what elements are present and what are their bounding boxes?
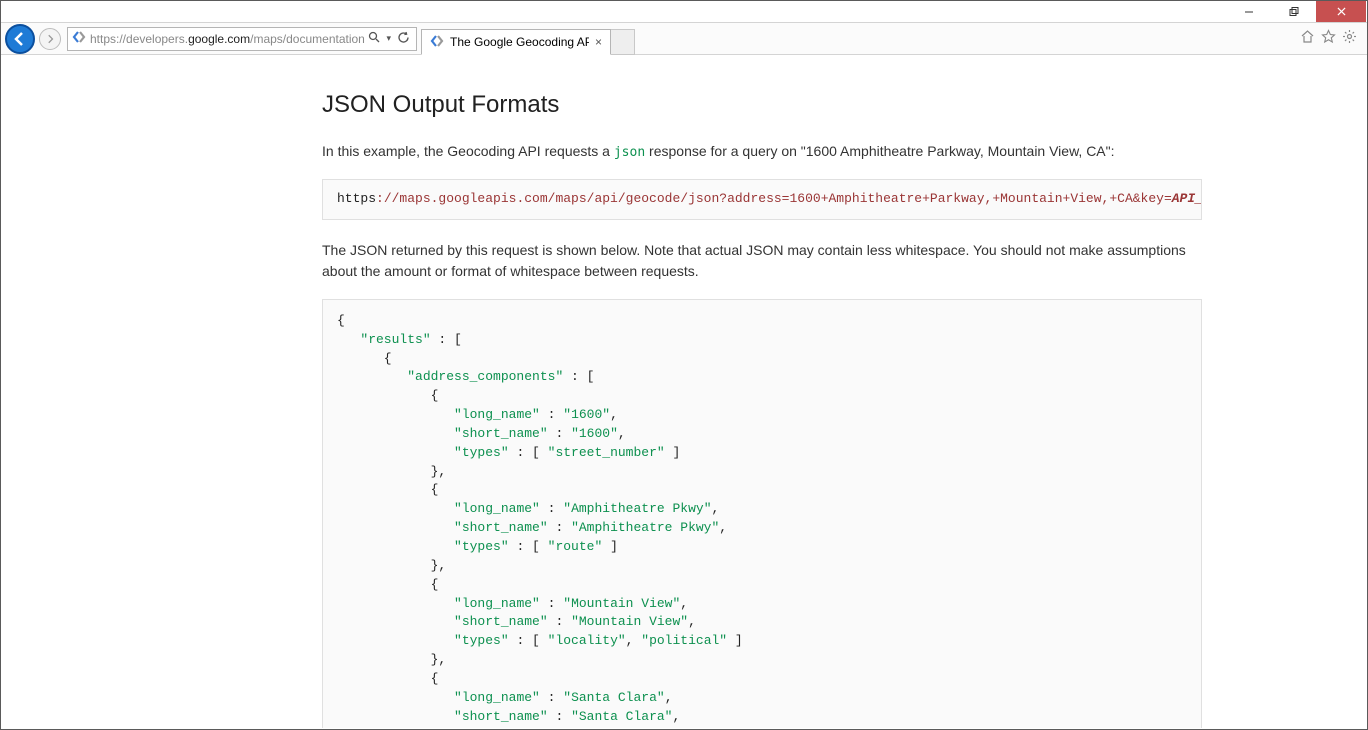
refresh-icon[interactable] xyxy=(397,31,410,47)
note-paragraph: The JSON returned by this request is sho… xyxy=(322,240,1202,283)
address-tools: ▾ xyxy=(366,31,412,47)
browser-toolbar: https://developers.google.com/maps/docum… xyxy=(1,23,1367,55)
site-favicon-icon xyxy=(72,30,86,47)
window-minimize-button[interactable] xyxy=(1226,1,1271,22)
address-bar[interactable]: https://developers.google.com/maps/docum… xyxy=(67,27,417,51)
window-maximize-button[interactable] xyxy=(1271,1,1316,22)
browser-window: https://developers.google.com/maps/docum… xyxy=(0,0,1368,730)
intro-paragraph: In this example, the Geocoding API reque… xyxy=(322,141,1202,163)
tab-title: The Google Geocoding API ... xyxy=(450,35,589,49)
request-url-codebox: https://maps.googleapis.com/maps/api/geo… xyxy=(322,179,1202,219)
tab-favicon-icon xyxy=(430,34,444,51)
address-url: https://developers.google.com/maps/docum… xyxy=(90,32,366,46)
page-content: JSON Output Formats In this example, the… xyxy=(322,56,1202,728)
settings-icon[interactable] xyxy=(1342,29,1357,48)
dropdown-icon[interactable]: ▾ xyxy=(386,33,391,44)
home-icon[interactable] xyxy=(1300,29,1315,48)
json-sample-codebox: { "results" : [ { "address_components" :… xyxy=(322,299,1202,728)
tab-strip: The Google Geocoding API ... × xyxy=(421,23,635,54)
window-titlebar xyxy=(1,1,1367,23)
section-heading: JSON Output Formats xyxy=(322,86,1202,123)
inline-code: json xyxy=(614,145,645,160)
nav-forward-button[interactable] xyxy=(39,28,61,50)
browser-tab[interactable]: The Google Geocoding API ... × xyxy=(421,29,611,55)
new-tab-button[interactable] xyxy=(611,29,635,55)
window-close-button[interactable] xyxy=(1316,1,1366,22)
toolbar-right-icons xyxy=(1300,29,1363,48)
tab-close-icon[interactable]: × xyxy=(595,35,602,49)
favorites-icon[interactable] xyxy=(1321,29,1336,48)
search-icon[interactable] xyxy=(368,31,380,46)
page-viewport[interactable]: JSON Output Formats In this example, the… xyxy=(2,56,1366,728)
nav-back-button[interactable] xyxy=(5,24,35,54)
